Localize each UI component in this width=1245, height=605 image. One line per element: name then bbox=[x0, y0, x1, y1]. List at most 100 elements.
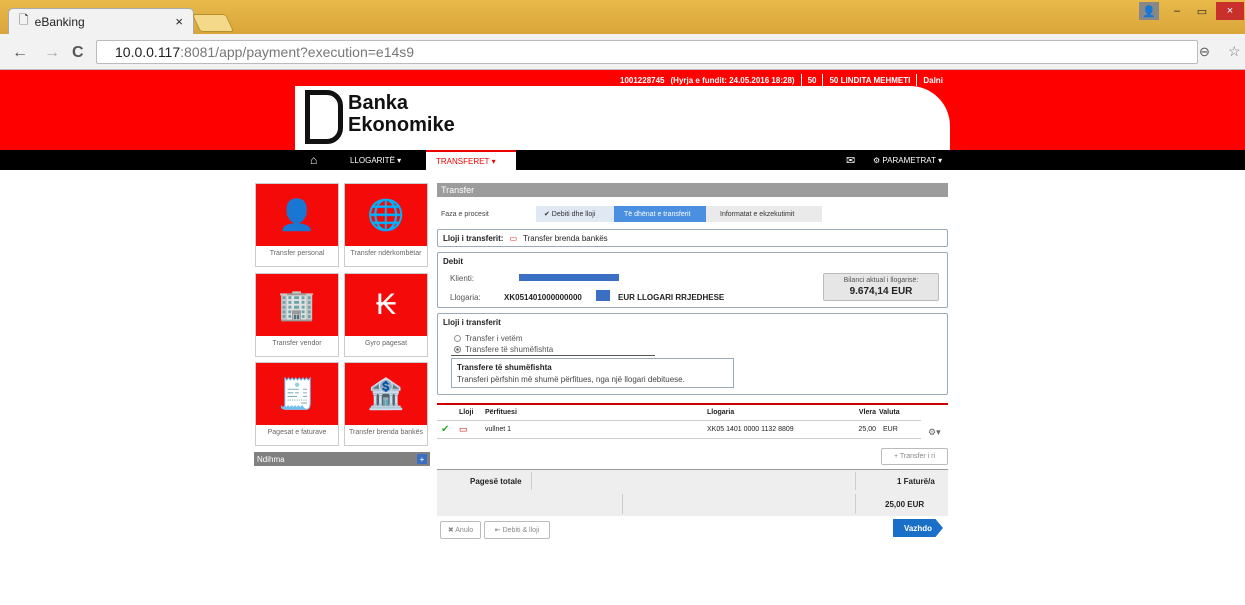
balance-value: 9.674,14 EUR bbox=[849, 286, 913, 297]
new-transfer-button[interactable]: + Transfer i ri bbox=[881, 448, 948, 465]
col-amount: Vlera bbox=[858, 409, 876, 417]
panel-title: Transfer bbox=[441, 185, 475, 195]
reload-button[interactable]: C bbox=[72, 44, 84, 62]
check-icon: ✔ bbox=[441, 423, 450, 435]
tile-label: Transfer personal bbox=[269, 250, 325, 257]
client-label: Klienti: bbox=[450, 274, 475, 283]
user-icon[interactable]: 👤 bbox=[1139, 2, 1159, 20]
tab-title: eBanking bbox=[34, 14, 85, 29]
home-icon[interactable]: ⌂ bbox=[310, 150, 317, 170]
account-label: Llogaria: bbox=[450, 293, 481, 302]
url-host: 10.0.0.117 bbox=[115, 44, 181, 60]
table-row[interactable]: ✔ ▭ vullnet 1 XK05 1401 0000 1132 8809 2… bbox=[437, 420, 921, 438]
option-single[interactable]: Transfer i vetëm bbox=[454, 334, 523, 343]
close-tab-icon[interactable]: × bbox=[175, 14, 183, 29]
logout-link[interactable]: Dalni bbox=[923, 76, 943, 85]
mail-icon[interactable]: ✉ bbox=[846, 150, 855, 170]
account-number: 1001228745 bbox=[620, 75, 665, 85]
minimize-button[interactable]: – bbox=[1165, 2, 1189, 20]
card-icon: ▭ bbox=[509, 233, 518, 243]
tile-personal-transfer[interactable]: 👤 Transfer personal bbox=[255, 183, 339, 267]
tile-label: Gyro pagesat bbox=[364, 340, 408, 347]
back-to-debit-button[interactable]: ⇤ Debiti & lloji bbox=[484, 521, 550, 539]
bank-logo-icon bbox=[305, 90, 343, 144]
globe-icon: 🌐 bbox=[345, 184, 427, 246]
balance-label: Bilanci aktual i llogarisë: bbox=[843, 277, 919, 284]
account-redacted bbox=[596, 290, 610, 301]
info-title: Transfere të shumëfishta bbox=[457, 363, 552, 372]
forward-button[interactable]: → bbox=[44, 44, 60, 62]
gyro-icon: ₭ bbox=[345, 274, 427, 336]
url-field[interactable]: 10.0.0.117:8081/app/payment?execution=e1… bbox=[96, 40, 1198, 64]
logo-line2: Ekonomike bbox=[348, 114, 455, 136]
panel-header: Transfer bbox=[437, 183, 948, 197]
nav-accounts[interactable]: LLOGARITË ▾ bbox=[350, 150, 401, 170]
divider bbox=[822, 74, 824, 86]
divider bbox=[855, 472, 856, 490]
nav-accounts-label: LLOGARITË bbox=[350, 155, 395, 165]
table-header-row: Lloji Përfituesi Llogaria Vlera Valuta bbox=[437, 406, 921, 420]
col-type: Lloji bbox=[459, 409, 474, 417]
card-icon: ▭ bbox=[459, 423, 468, 434]
row-settings-icon[interactable]: ⚙▾ bbox=[928, 427, 941, 438]
tile-gyro-payments[interactable]: ₭ Gyro pagesat bbox=[344, 273, 428, 357]
radio-multiple[interactable] bbox=[454, 346, 461, 353]
row-currency: EUR bbox=[883, 425, 898, 433]
tile-international-transfer[interactable]: 🌐 Transfer ndërkombëtar bbox=[344, 183, 428, 267]
total-label: Pagesë totale bbox=[470, 477, 522, 486]
nav-transfers[interactable]: TRANSFERET ▾ bbox=[426, 150, 516, 170]
row-beneficiary: vullnet 1 bbox=[485, 425, 512, 433]
balance-box: Bilanci aktual i llogarisë: 9.674,14 EUR bbox=[823, 273, 939, 301]
user-code: 50 bbox=[807, 75, 817, 85]
close-window-button[interactable]: × bbox=[1216, 2, 1244, 20]
option-multiple-label: Transfere të shumëfishta bbox=[465, 345, 554, 354]
transfers-table: Lloji Përfituesi Llogaria Vlera Valuta ✔… bbox=[437, 406, 921, 439]
maximize-button[interactable]: ▭ bbox=[1190, 2, 1214, 20]
tile-domestic-transfer[interactable]: 🏢 Transfer vendor bbox=[255, 273, 339, 357]
back-button[interactable]: ← bbox=[12, 44, 28, 62]
logo-line1: Banka bbox=[348, 92, 409, 114]
zoom-icon[interactable]: ⊖ bbox=[1199, 44, 1210, 60]
building-money-icon: 🏢 bbox=[256, 274, 338, 336]
option-multiple[interactable]: Transfere të shumëfishta bbox=[454, 345, 553, 354]
tile-label: Pagesat e faturave bbox=[267, 429, 327, 436]
help-bar[interactable]: Ndihma + bbox=[254, 452, 430, 466]
col-currency: Valuta bbox=[879, 409, 900, 417]
step-debit[interactable]: ✔ Debiti dhe lloji bbox=[536, 206, 616, 222]
url-path: :8081/app/payment?execution=e14s9 bbox=[180, 44, 415, 60]
transfer-type-value: Transfer brenda bankës bbox=[523, 233, 608, 243]
tile-label: Transfer brenda bankës bbox=[348, 429, 424, 436]
continue-button[interactable]: Vazhdo bbox=[893, 519, 943, 537]
client-name-redacted bbox=[519, 274, 619, 281]
transfer-type-label: Lloji i transferit: bbox=[443, 233, 504, 243]
col-account: Llogaria bbox=[707, 409, 735, 417]
tile-internal-transfer[interactable]: 🏦 Transfer brenda bankës bbox=[344, 362, 428, 446]
total-count: 1 Faturë/a bbox=[897, 477, 935, 486]
user-info-bar: 1001228745 (Hyrja e fundit: 24.05.2016 1… bbox=[620, 73, 943, 87]
col-beneficiary: Përfituesi bbox=[485, 409, 517, 417]
tile-label: Transfer vendor bbox=[272, 340, 322, 347]
account-description: EUR LLOGARI RRJEDHESE bbox=[618, 293, 725, 302]
tile-label: Transfer ndërkombëtar bbox=[350, 250, 422, 257]
help-label: Ndihma bbox=[257, 454, 285, 464]
browser-tab[interactable]: 🗋 eBanking × bbox=[8, 8, 194, 34]
cancel-button[interactable]: ✖ Anulo bbox=[440, 521, 481, 539]
step-execution-info: Informatat e ekzekutimit bbox=[706, 206, 822, 222]
divider bbox=[800, 74, 802, 86]
transfer-type-summary: Lloji i transferit: ▭ Transfer brenda ba… bbox=[437, 229, 948, 247]
personal-transfer-icon: 👤 bbox=[256, 184, 338, 246]
total-amount: 25,00 EUR bbox=[885, 500, 925, 509]
radio-single[interactable] bbox=[454, 335, 461, 342]
info-text: Transferi përfshin më shumë përfitues, n… bbox=[457, 375, 685, 384]
nav-parameters-label: PARAMETRAT bbox=[882, 155, 936, 165]
transfer-type-section: Lloji i transferit Transfer i vetëm Tran… bbox=[437, 313, 948, 395]
step-transfer-data: Të dhënat e transferit bbox=[614, 206, 706, 222]
star-icon[interactable]: ☆ bbox=[1228, 43, 1241, 60]
divider bbox=[916, 74, 918, 86]
tile-bill-payments[interactable]: 🧾 Pagesat e faturave bbox=[255, 362, 339, 446]
expand-icon[interactable]: + bbox=[417, 454, 427, 464]
debit-title: Debit bbox=[443, 257, 463, 266]
main-nav bbox=[0, 150, 1245, 170]
divider bbox=[531, 472, 532, 490]
nav-parameters[interactable]: ⚙ PARAMETRAT ▾ bbox=[873, 150, 942, 170]
